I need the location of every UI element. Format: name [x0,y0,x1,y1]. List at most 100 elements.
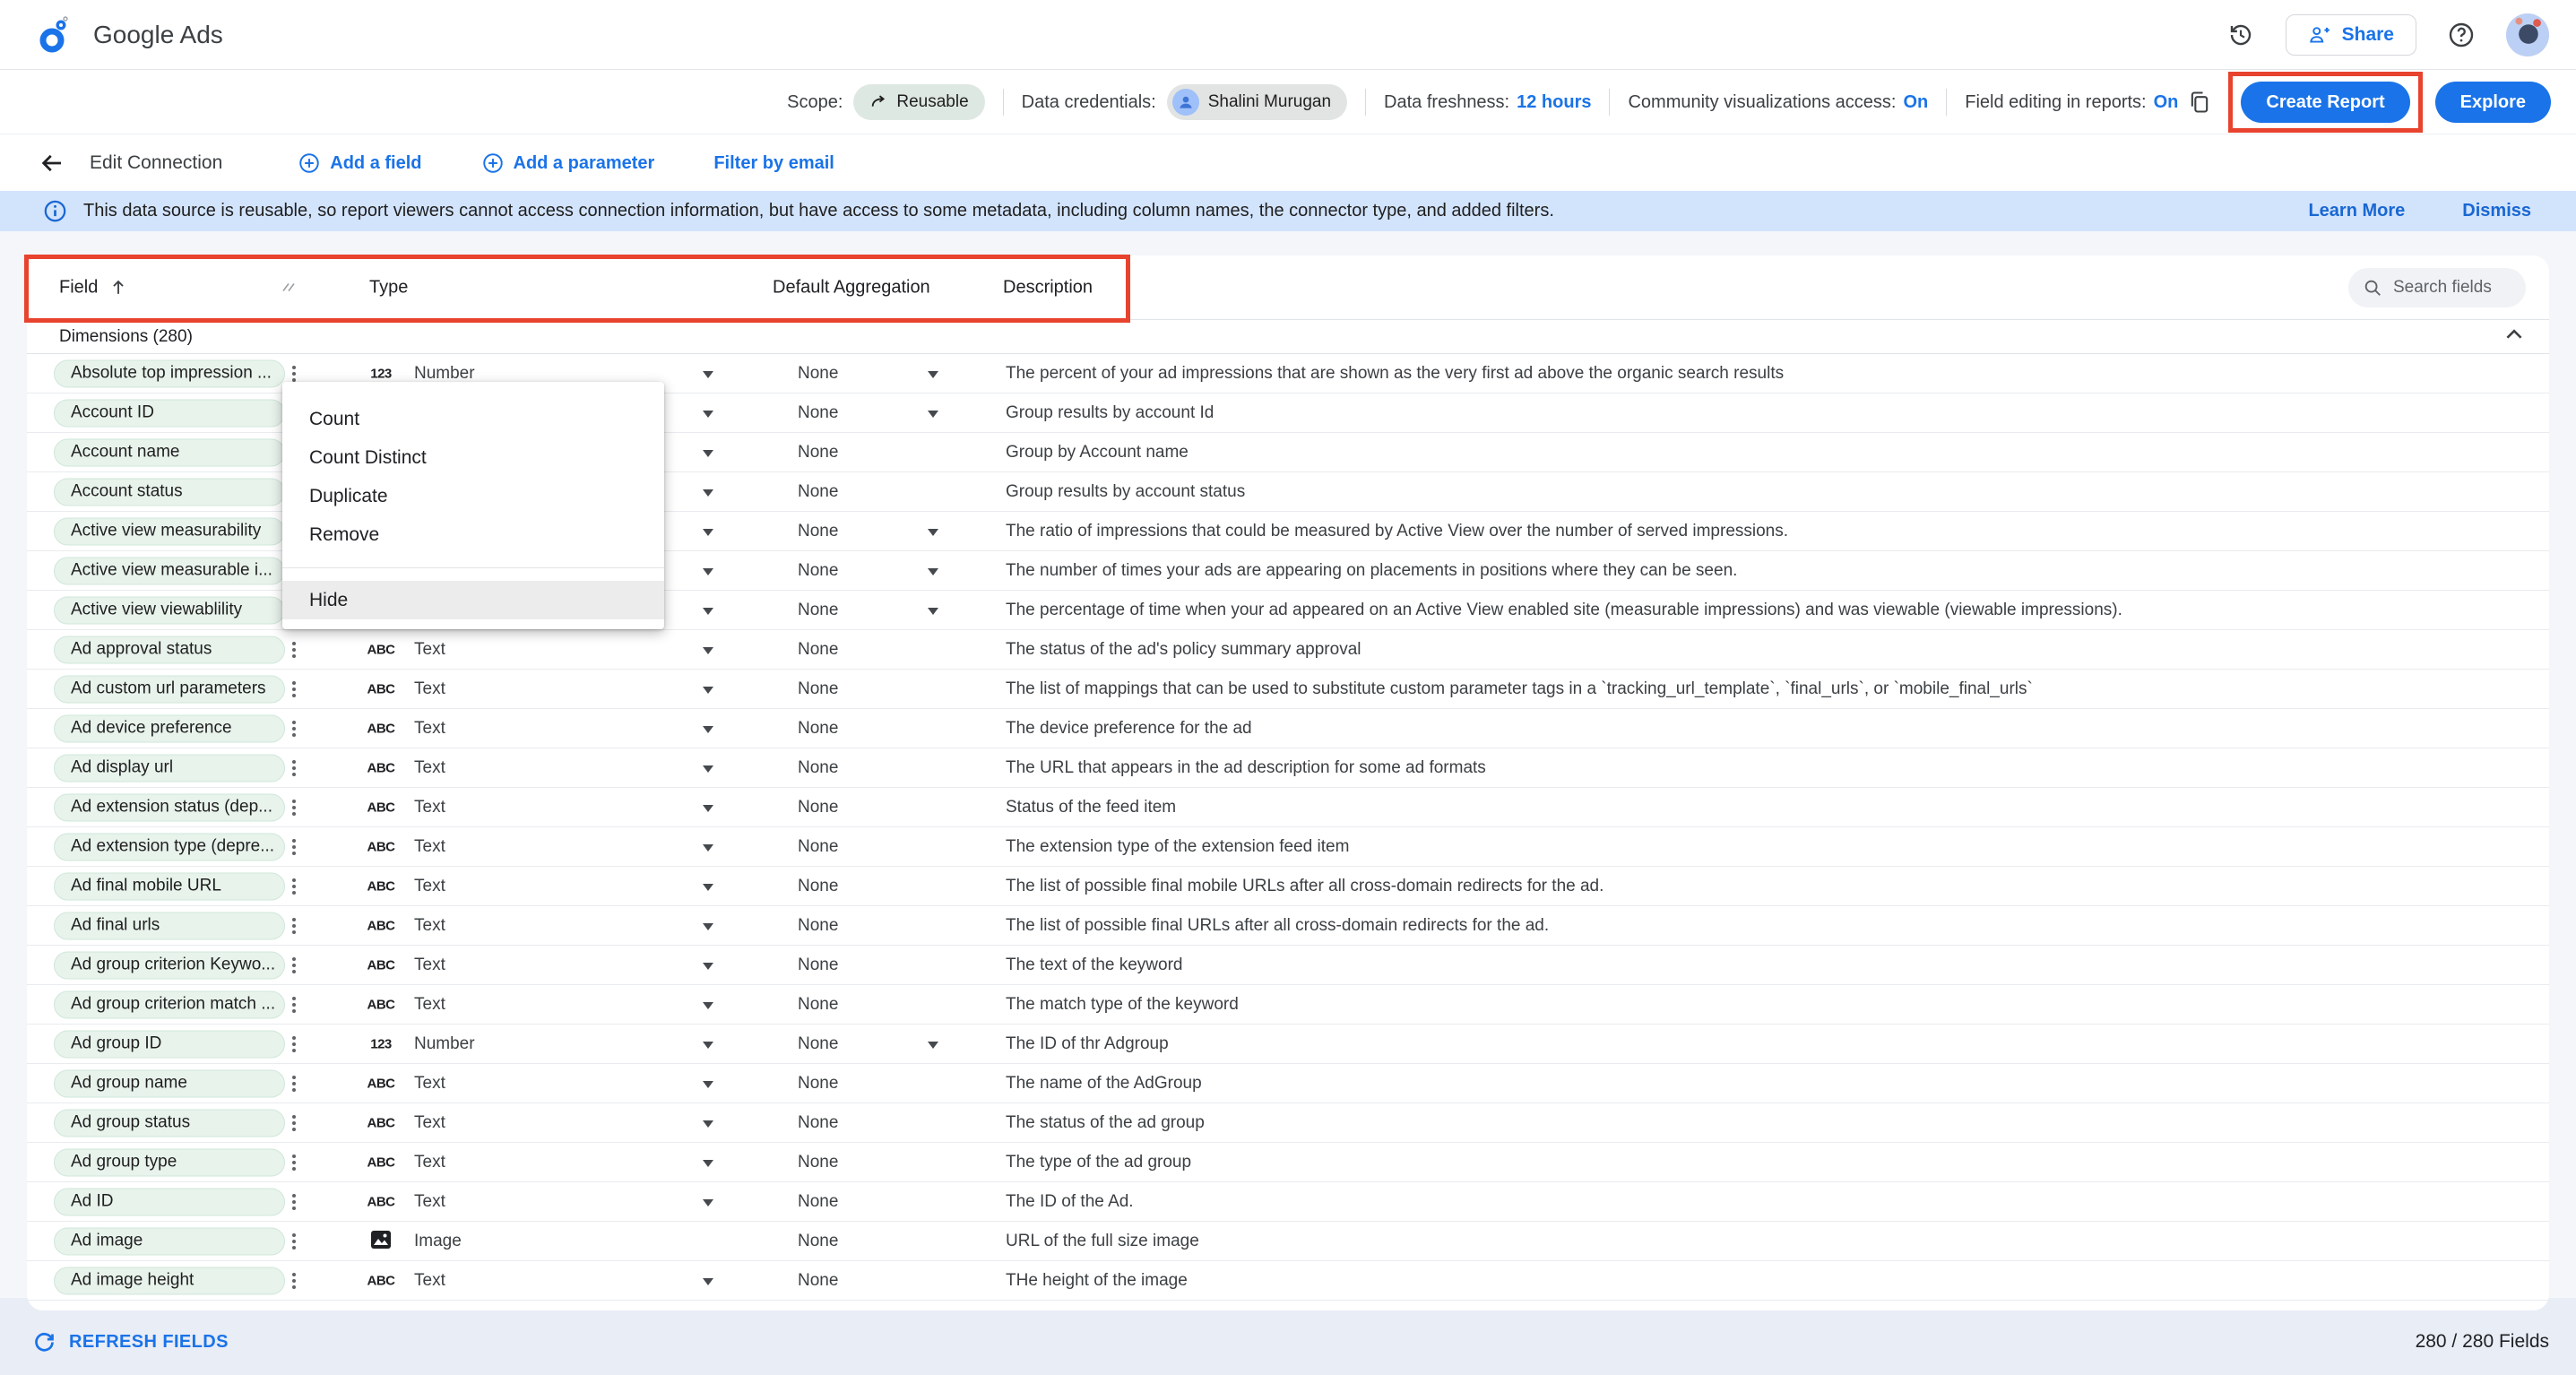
field-editing-value[interactable]: On [2154,92,2179,113]
dismiss-link[interactable]: Dismiss [2462,201,2531,221]
credentials-chip[interactable]: Shalini Murugan [1167,84,1347,120]
field-chip[interactable]: Active view measurability [54,517,285,545]
field-chip[interactable]: Ad group status [54,1109,285,1137]
type-dropdown-arrow-icon[interactable] [703,1042,713,1049]
type-dropdown-arrow-icon[interactable] [703,805,713,812]
add-parameter-button[interactable]: Add a parameter [481,151,655,175]
aggregation-dropdown-arrow-icon[interactable] [928,371,938,378]
field-chip[interactable]: Ad final urls [54,912,285,939]
more-options-icon[interactable] [287,714,301,743]
add-field-button[interactable]: Add a field [298,151,421,175]
column-header-description[interactable]: Description [1003,277,1093,298]
filter-by-email-button[interactable]: Filter by email [713,153,834,174]
refresh-fields-button[interactable]: REFRESH FIELDS [32,1330,229,1354]
field-chip[interactable]: Ad group name [54,1069,285,1097]
version-history-icon[interactable] [2221,15,2260,55]
back-arrow-icon[interactable] [32,143,72,183]
field-chip[interactable]: Ad image [54,1227,285,1255]
field-chip[interactable]: Ad custom url parameters [54,675,285,703]
type-dropdown-arrow-icon[interactable] [703,923,713,930]
type-dropdown-arrow-icon[interactable] [703,1120,713,1128]
explore-button[interactable]: Explore [2435,82,2551,123]
menu-item-duplicate[interactable]: Duplicate [282,477,664,515]
type-dropdown-arrow-icon[interactable] [703,489,713,497]
field-chip[interactable]: Ad final mobile URL [54,872,285,900]
aggregation-dropdown-arrow-icon[interactable] [928,411,938,418]
field-chip[interactable]: Active view viewablility [54,596,285,624]
field-chip[interactable]: Ad approval status [54,636,285,663]
more-options-icon[interactable] [287,1069,301,1098]
more-options-icon[interactable] [287,793,301,822]
field-chip[interactable]: Ad ID [54,1188,285,1215]
column-header-aggregation[interactable]: Default Aggregation [773,277,930,298]
type-dropdown-arrow-icon[interactable] [703,1278,713,1285]
type-dropdown-arrow-icon[interactable] [703,371,713,378]
field-chip[interactable]: Account name [54,438,285,466]
more-options-icon[interactable] [287,1148,301,1177]
type-dropdown-arrow-icon[interactable] [703,411,713,418]
more-options-icon[interactable] [287,872,301,901]
field-chip[interactable]: Ad extension type (depre... [54,833,285,860]
user-avatar[interactable] [2506,13,2549,56]
more-options-icon[interactable] [287,675,301,704]
community-viz-value[interactable]: On [1903,92,1928,113]
column-header-type[interactable]: Type [369,277,408,298]
more-options-icon[interactable] [287,1030,301,1059]
more-options-icon[interactable] [287,754,301,783]
more-options-icon[interactable] [287,1227,301,1256]
more-options-icon[interactable] [287,1109,301,1137]
type-dropdown-arrow-icon[interactable] [703,1002,713,1009]
aggregation-dropdown-arrow-icon[interactable] [928,529,938,536]
field-chip[interactable]: Active view measurable i... [54,557,285,584]
type-dropdown-arrow-icon[interactable] [703,529,713,536]
type-dropdown-arrow-icon[interactable] [703,1199,713,1206]
field-chip[interactable]: Ad device preference [54,714,285,742]
type-dropdown-arrow-icon[interactable] [703,608,713,615]
more-options-icon[interactable] [287,990,301,1019]
type-dropdown-arrow-icon[interactable] [703,726,713,733]
field-chip[interactable]: Ad group criterion Keywo... [54,951,285,979]
more-options-icon[interactable] [287,912,301,940]
type-dropdown-arrow-icon[interactable] [703,765,713,773]
field-chip[interactable]: Account ID [54,399,285,427]
column-header-field[interactable]: Field [59,277,128,298]
type-dropdown-arrow-icon[interactable] [703,884,713,891]
field-chip[interactable]: Ad group criterion match ... [54,990,285,1018]
field-chip[interactable]: Absolute top impression ... [54,359,285,387]
field-chip[interactable]: Ad group type [54,1148,285,1176]
type-dropdown-arrow-icon[interactable] [703,687,713,694]
learn-more-link[interactable]: Learn More [2308,201,2405,221]
aggregation-dropdown-arrow-icon[interactable] [928,1042,938,1049]
type-dropdown-arrow-icon[interactable] [703,1081,713,1088]
menu-item-count-distinct[interactable]: Count Distinct [282,438,664,477]
more-options-icon[interactable] [287,1267,301,1295]
type-dropdown-arrow-icon[interactable] [703,963,713,970]
type-dropdown-arrow-icon[interactable] [703,844,713,852]
search-fields-input[interactable] [2391,277,2508,298]
menu-item-count[interactable]: Count [282,400,664,438]
more-options-icon[interactable] [287,1188,301,1216]
more-options-icon[interactable] [287,636,301,664]
menu-item-remove[interactable]: Remove [282,515,664,554]
aggregation-dropdown-arrow-icon[interactable] [928,608,938,615]
field-chip[interactable]: Ad group ID [54,1030,285,1058]
chevron-up-icon[interactable] [2503,323,2526,350]
field-chip[interactable]: Account status [54,478,285,506]
type-dropdown-arrow-icon[interactable] [703,568,713,575]
field-chip[interactable]: Ad display url [54,754,285,782]
menu-item-hide[interactable]: Hide [282,581,664,619]
field-chip[interactable]: Ad image height [54,1267,285,1294]
more-options-icon[interactable] [287,951,301,980]
type-dropdown-arrow-icon[interactable] [703,647,713,654]
edit-connection-link[interactable]: Edit Connection [90,152,222,174]
create-report-button[interactable]: Create Report [2241,82,2409,123]
copy-icon[interactable] [2187,90,2212,115]
help-icon[interactable] [2442,15,2481,55]
more-options-icon[interactable] [287,833,301,861]
column-resize-icon[interactable] [280,276,298,298]
freshness-value[interactable]: 12 hours [1517,92,1591,113]
aggregation-dropdown-arrow-icon[interactable] [928,568,938,575]
share-button[interactable]: Share [2286,14,2416,56]
type-dropdown-arrow-icon[interactable] [703,1160,713,1167]
scope-reusable-chip[interactable]: Reusable [853,84,984,120]
